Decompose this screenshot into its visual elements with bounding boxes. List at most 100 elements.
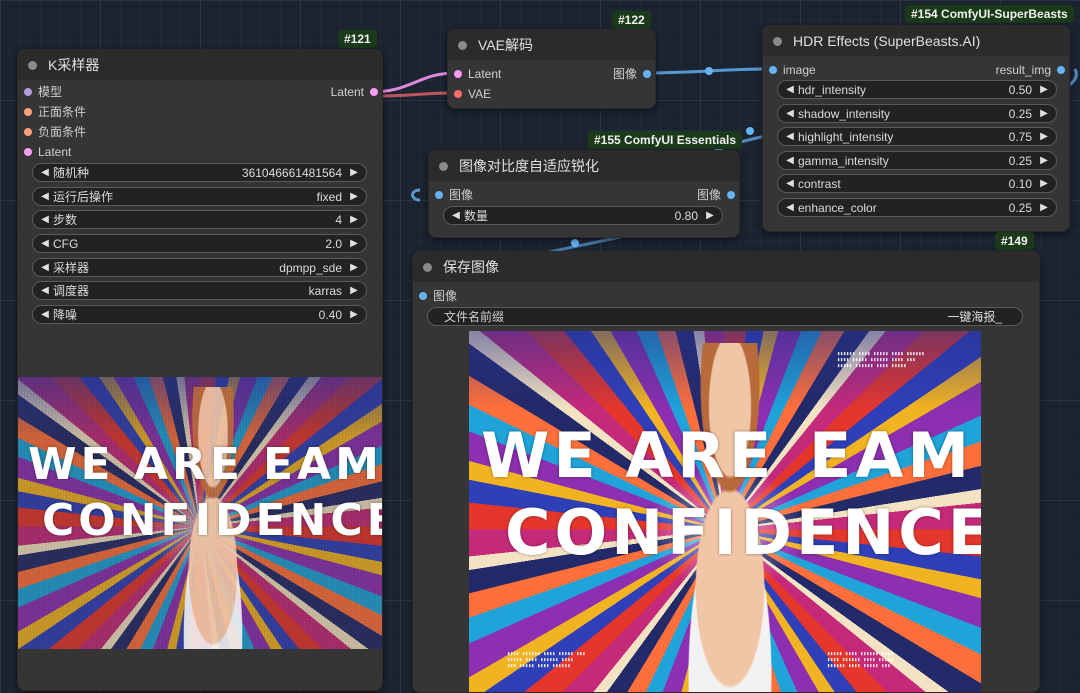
widget-value[interactable]: dpmpp_sde <box>279 261 342 275</box>
image-pin-icon[interactable] <box>419 292 427 300</box>
contrast-adaptive-sharpen-node[interactable]: 图像对比度自适应锐化 图像 图像 ◀ 数量 0.80 ▶ <box>428 150 740 238</box>
latent-pin-icon[interactable] <box>24 148 32 156</box>
input-slot-positive[interactable]: 正面条件 <box>24 103 86 121</box>
widget-value[interactable]: 0.40 <box>319 308 342 322</box>
latent-pin-icon[interactable] <box>370 88 378 96</box>
scheduler-widget[interactable]: ◀ 调度器 karras ▶ <box>32 281 367 300</box>
collapse-dot-icon[interactable] <box>439 161 448 171</box>
widget-value[interactable]: 0.25 <box>1009 154 1032 168</box>
conditioning-pin-icon[interactable] <box>24 128 32 136</box>
cfg-widget[interactable]: ◀ CFG 2.0 ▶ <box>32 234 367 253</box>
widget-value[interactable]: 0.75 <box>1009 130 1032 144</box>
output-slot-result-img[interactable]: result_img <box>996 61 1065 79</box>
shadow-intensity-widget[interactable]: ◀ shadow_intensity 0.25 ▶ <box>777 104 1057 123</box>
decrement-arrow-icon[interactable]: ◀ <box>784 202 796 213</box>
node-header[interactable]: 图像对比度自适应锐化 <box>429 151 739 181</box>
image-pin-icon[interactable] <box>643 70 651 78</box>
node-header[interactable]: HDR Effects (SuperBeasts.AI) <box>763 26 1069 56</box>
gamma-intensity-widget[interactable]: ◀ gamma_intensity 0.25 ▶ <box>777 151 1057 170</box>
increment-arrow-icon[interactable]: ▶ <box>348 238 360 249</box>
image-pin-icon[interactable] <box>435 191 443 199</box>
decrement-arrow-icon[interactable]: ◀ <box>39 285 51 296</box>
output-slot-latent[interactable]: Latent <box>331 83 378 101</box>
node-header[interactable]: 保存图像 <box>413 252 1039 282</box>
amount-widget[interactable]: ◀ 数量 0.80 ▶ <box>443 206 723 225</box>
decrement-arrow-icon[interactable]: ◀ <box>39 309 51 320</box>
latent-pin-icon[interactable] <box>454 70 462 78</box>
output-slot-image[interactable]: 图像 <box>697 186 735 204</box>
widget-value[interactable]: karras <box>309 284 342 298</box>
widget-value[interactable]: 0.25 <box>1009 201 1032 215</box>
increment-arrow-icon[interactable]: ▶ <box>1038 131 1050 142</box>
decrement-arrow-icon[interactable]: ◀ <box>39 167 51 178</box>
input-slot-latent[interactable]: Latent <box>24 143 71 161</box>
collapse-dot-icon[interactable] <box>773 36 782 46</box>
decrement-arrow-icon[interactable]: ◀ <box>784 178 796 189</box>
increment-arrow-icon[interactable]: ▶ <box>348 309 360 320</box>
widget-value[interactable]: 4 <box>335 213 342 227</box>
input-slot-model[interactable]: 模型 <box>24 83 62 101</box>
denoise-widget[interactable]: ◀ 降噪 0.40 ▶ <box>32 305 367 324</box>
input-slot-image[interactable]: 图像 <box>435 186 473 204</box>
increment-arrow-icon[interactable]: ▶ <box>348 191 360 202</box>
ksampler-node[interactable]: K采样器 模型 正面条件 负面条件 Latent Latent ◀ 随机种 36… <box>17 49 383 691</box>
output-slot-image[interactable]: 图像 <box>613 65 651 83</box>
seed-widget[interactable]: ◀ 随机种 361046661481564 ▶ <box>32 163 367 182</box>
enhance-color-widget[interactable]: ◀ enhance_color 0.25 ▶ <box>777 198 1057 217</box>
increment-arrow-icon[interactable]: ▶ <box>1038 178 1050 189</box>
decrement-arrow-icon[interactable]: ◀ <box>784 84 796 95</box>
hdr-intensity-widget[interactable]: ◀ hdr_intensity 0.50 ▶ <box>777 80 1057 99</box>
increment-arrow-icon[interactable]: ▶ <box>348 285 360 296</box>
decrement-arrow-icon[interactable]: ◀ <box>39 262 51 273</box>
decrement-arrow-icon[interactable]: ◀ <box>784 131 796 142</box>
increment-arrow-icon[interactable]: ▶ <box>1038 155 1050 166</box>
image-pin-icon[interactable] <box>727 191 735 199</box>
increment-arrow-icon[interactable]: ▶ <box>1038 108 1050 119</box>
conditioning-pin-icon[interactable] <box>24 108 32 116</box>
hdr-effects-node[interactable]: HDR Effects (SuperBeasts.AI) image resul… <box>762 25 1070 232</box>
decrement-arrow-icon[interactable]: ◀ <box>39 214 51 225</box>
widget-value[interactable]: 2.0 <box>325 237 342 251</box>
vae-pin-icon[interactable] <box>454 90 462 98</box>
increment-arrow-icon[interactable]: ▶ <box>348 262 360 273</box>
collapse-dot-icon[interactable] <box>423 262 432 272</box>
widget-value[interactable]: 一键海报_ <box>947 308 1002 325</box>
image-pin-icon[interactable] <box>769 66 777 74</box>
collapse-dot-icon[interactable] <box>458 40 467 50</box>
increment-arrow-icon[interactable]: ▶ <box>348 214 360 225</box>
widget-value[interactable]: 0.80 <box>675 209 698 223</box>
increment-arrow-icon[interactable]: ▶ <box>704 210 716 221</box>
input-slot-latent[interactable]: Latent <box>454 65 501 83</box>
model-pin-icon[interactable] <box>24 88 32 96</box>
contrast-widget[interactable]: ◀ contrast 0.10 ▶ <box>777 174 1057 193</box>
sampler-widget[interactable]: ◀ 采样器 dpmpp_sde ▶ <box>32 258 367 277</box>
widget-value[interactable]: 361046661481564 <box>242 166 342 180</box>
input-slot-image[interactable]: image <box>769 61 816 79</box>
node-header[interactable]: VAE解码 <box>448 30 655 60</box>
decrement-arrow-icon[interactable]: ◀ <box>784 155 796 166</box>
input-slot-vae[interactable]: VAE <box>454 85 491 103</box>
image-pin-icon[interactable] <box>1057 66 1065 74</box>
input-slot-negative[interactable]: 负面条件 <box>24 123 86 141</box>
graph-canvas[interactable]: #121 K采样器 模型 正面条件 负面条件 Latent Latent ◀ 随… <box>0 0 1080 693</box>
decrement-arrow-icon[interactable]: ◀ <box>39 191 51 202</box>
decrement-arrow-icon[interactable]: ◀ <box>784 108 796 119</box>
control-after-generate-widget[interactable]: ◀ 运行后操作 fixed ▶ <box>32 187 367 206</box>
filename-prefix-field[interactable]: 文件名前缀 一键海报_ <box>427 307 1023 326</box>
widget-value[interactable]: 0.50 <box>1009 83 1032 97</box>
highlight-intensity-widget[interactable]: ◀ highlight_intensity 0.75 ▶ <box>777 127 1057 146</box>
widget-value[interactable]: 0.10 <box>1009 177 1032 191</box>
node-header[interactable]: K采样器 <box>18 50 382 80</box>
steps-widget[interactable]: ◀ 步数 4 ▶ <box>32 210 367 229</box>
decrement-arrow-icon[interactable]: ◀ <box>39 238 51 249</box>
vae-decode-node[interactable]: VAE解码 Latent VAE 图像 <box>447 29 656 109</box>
increment-arrow-icon[interactable]: ▶ <box>348 167 360 178</box>
increment-arrow-icon[interactable]: ▶ <box>1038 202 1050 213</box>
widget-value[interactable]: 0.25 <box>1009 107 1032 121</box>
collapse-dot-icon[interactable] <box>28 60 37 70</box>
save-image-node[interactable]: 保存图像 图像 文件名前缀 一键海报_ ▮▮▮▮▮▮ ▮▮▮▮ ▮▮▮▮▮ ▮▮… <box>412 251 1040 693</box>
widget-value[interactable]: fixed <box>317 190 342 204</box>
increment-arrow-icon[interactable]: ▶ <box>1038 84 1050 95</box>
decrement-arrow-icon[interactable]: ◀ <box>450 210 462 221</box>
input-slot-image[interactable]: 图像 <box>419 287 457 305</box>
